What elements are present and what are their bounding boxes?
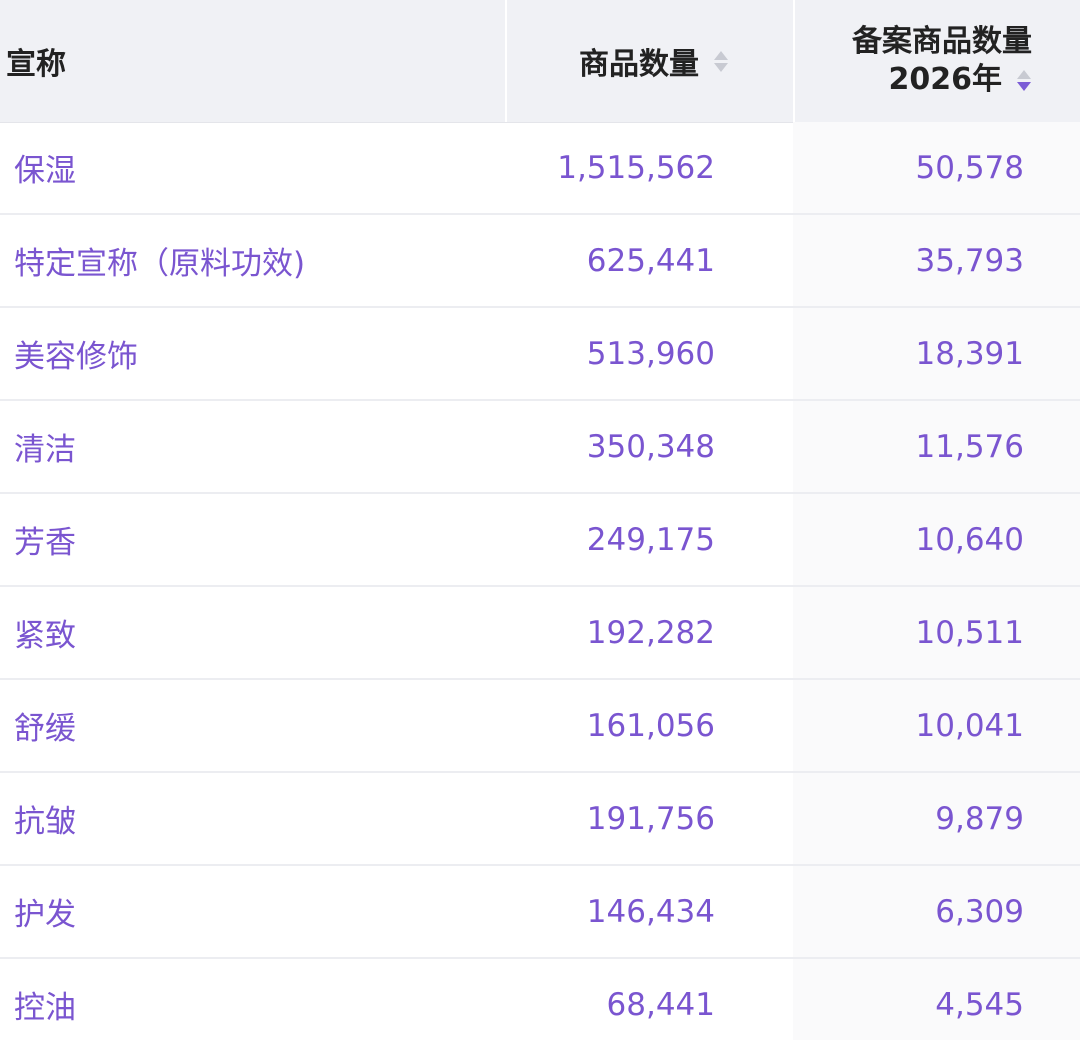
column-header-claim-label: 宣称: [6, 47, 66, 82]
claim-link[interactable]: 舒缓: [14, 680, 504, 771]
claim-link-text: 保湿: [14, 153, 76, 189]
claim-link-text: 特定宣称（原料功效): [14, 246, 306, 282]
claim-link-text: 美容修饰: [14, 339, 138, 375]
product-count-link-text: 350,348: [586, 428, 715, 465]
claim-link[interactable]: 紧致: [14, 587, 504, 678]
filed-product-count-link[interactable]: 10,041: [793, 680, 1080, 771]
sort-asc-arrow-icon: [714, 50, 728, 60]
filed-product-count-link[interactable]: 10,640: [793, 494, 1080, 585]
sort-icon[interactable]: [713, 44, 729, 78]
filed-product-count-link-text: 18,391: [915, 335, 1024, 372]
claim-link-text: 控油: [14, 990, 76, 1026]
claim-link[interactable]: 控油: [14, 959, 504, 1040]
filed-product-count-link[interactable]: 4,545: [793, 959, 1080, 1040]
claim-link[interactable]: 清洁: [14, 401, 504, 492]
product-count-link[interactable]: 249,175: [505, 494, 793, 585]
table-header: 宣称 商品数量 备案商品数量 2026年: [0, 0, 1080, 123]
sort-desc-icon[interactable]: [1016, 63, 1032, 97]
column-header-product-count[interactable]: 商品数量: [505, 0, 793, 122]
claim-link-text: 舒缓: [14, 711, 76, 747]
sort-desc-arrow-icon: [714, 62, 728, 72]
table-row[interactable]: 舒缓 161,056 10,041: [0, 680, 1080, 773]
filed-product-count-link-text: 10,511: [915, 614, 1024, 651]
claim-link[interactable]: 芳香: [14, 494, 504, 585]
filed-product-count-link-text: 10,041: [915, 707, 1024, 744]
table-row[interactable]: 清洁 350,348 11,576: [0, 401, 1080, 494]
product-count-link-text: 513,960: [586, 335, 715, 372]
product-count-link-text: 191,756: [586, 800, 715, 837]
product-count-link[interactable]: 513,960: [505, 308, 793, 399]
table-row[interactable]: 控油 68,441 4,545: [0, 959, 1080, 1040]
product-count-link[interactable]: 1,515,562: [505, 122, 793, 213]
table-row[interactable]: 紧致 192,282 10,511: [0, 587, 1080, 680]
column-header-filed-line1: 备案商品数量: [852, 24, 1032, 59]
filed-product-count-link[interactable]: 10,511: [793, 587, 1080, 678]
column-header-product-count-label: 商品数量: [579, 47, 699, 82]
product-count-link-text: 249,175: [586, 521, 715, 558]
claim-link[interactable]: 美容修饰: [14, 308, 504, 399]
claim-link[interactable]: 特定宣称（原料功效): [14, 215, 504, 306]
filed-product-count-link[interactable]: 35,793: [793, 215, 1080, 306]
table-row[interactable]: 美容修饰 513,960 18,391: [0, 308, 1080, 401]
column-header-filed-line2: 2026年: [888, 62, 1003, 97]
claim-link[interactable]: 抗皱: [14, 773, 504, 864]
sort-desc-arrow-icon: [1017, 81, 1031, 91]
product-count-link[interactable]: 191,756: [505, 773, 793, 864]
filed-product-count-link-text: 50,578: [915, 149, 1024, 186]
claim-link-text: 紧致: [14, 618, 76, 654]
claim-link-text: 清洁: [14, 432, 76, 468]
claim-link-text: 抗皱: [14, 804, 76, 840]
filed-product-count-link-text: 9,879: [935, 800, 1024, 837]
filed-product-count-link-text: 10,640: [915, 521, 1024, 558]
product-count-link[interactable]: 625,441: [505, 215, 793, 306]
product-count-link-text: 192,282: [586, 614, 715, 651]
filed-product-count-link-text: 4,545: [935, 986, 1024, 1023]
filed-product-count-link[interactable]: 18,391: [793, 308, 1080, 399]
product-count-link-text: 161,056: [586, 707, 715, 744]
filed-product-count-link[interactable]: 9,879: [793, 773, 1080, 864]
filed-product-count-link-text: 6,309: [935, 893, 1024, 930]
claim-link-text: 芳香: [14, 525, 76, 561]
column-header-filed-product-count[interactable]: 备案商品数量 2026年: [793, 0, 1080, 122]
product-count-link[interactable]: 192,282: [505, 587, 793, 678]
sort-asc-arrow-icon: [1017, 69, 1031, 79]
product-count-link-text: 146,434: [586, 893, 715, 930]
product-count-link[interactable]: 161,056: [505, 680, 793, 771]
table-row[interactable]: 特定宣称（原料功效) 625,441 35,793: [0, 215, 1080, 308]
table-row[interactable]: 芳香 249,175 10,640: [0, 494, 1080, 587]
column-header-claim: 宣称: [0, 0, 505, 122]
claim-link[interactable]: 护发: [14, 866, 504, 957]
table-row[interactable]: 抗皱 191,756 9,879: [0, 773, 1080, 866]
column-header-filed-product-count-label: 备案商品数量 2026年: [852, 23, 1032, 99]
product-count-link-text: 1,515,562: [557, 149, 715, 186]
product-count-link-text: 68,441: [606, 986, 715, 1023]
filed-product-count-link[interactable]: 50,578: [793, 122, 1080, 213]
filed-product-count-link-text: 11,576: [915, 428, 1024, 465]
product-count-link[interactable]: 146,434: [505, 866, 793, 957]
product-count-link[interactable]: 68,441: [505, 959, 793, 1040]
table-row[interactable]: 保湿 1,515,562 50,578: [0, 122, 1080, 215]
product-count-link[interactable]: 350,348: [505, 401, 793, 492]
claims-table: 宣称 商品数量 备案商品数量 2026年 保湿 1,515,562 50,578…: [0, 0, 1080, 1040]
claim-link[interactable]: 保湿: [14, 122, 504, 213]
table-row[interactable]: 护发 146,434 6,309: [0, 866, 1080, 959]
filed-product-count-link[interactable]: 11,576: [793, 401, 1080, 492]
filed-product-count-link-text: 35,793: [915, 242, 1024, 279]
claim-link-text: 护发: [14, 897, 76, 933]
column-header-filed-line2-wrap: 2026年: [889, 61, 1033, 99]
product-count-link-text: 625,441: [586, 242, 715, 279]
filed-product-count-link[interactable]: 6,309: [793, 866, 1080, 957]
